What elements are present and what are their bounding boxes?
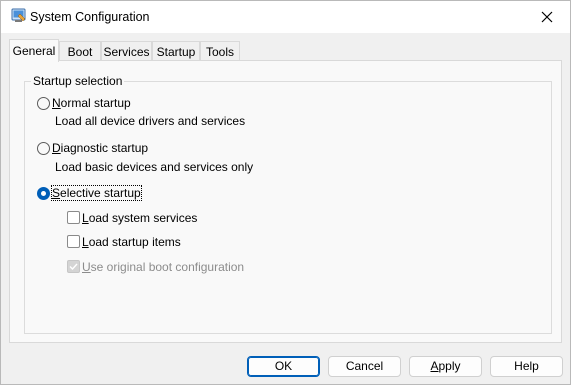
diagnostic-startup-radio[interactable] [37,142,50,155]
help-button[interactable]: Help [490,356,563,377]
use-original-boot-config-checkbox[interactable] [67,260,80,273]
close-button[interactable] [524,1,570,33]
tab-general[interactable]: General [9,39,59,62]
msconfig-icon [11,8,27,24]
diagnostic-startup-description: Load basic devices and services only [55,160,254,174]
diagnostic-startup-label[interactable]: Diagnostic startup [52,141,148,155]
window-title: System Configuration [30,10,150,24]
ok-button[interactable]: OK [247,356,320,377]
tab-tools[interactable]: Tools [200,41,240,61]
use-original-boot-config-label: Use original boot configuration [82,260,245,274]
normal-startup-description: Load all device drivers and services [55,114,246,128]
apply-button[interactable]: Apply [409,356,482,377]
cancel-button[interactable]: Cancel [328,356,401,377]
normal-startup-radio[interactable] [37,97,50,110]
close-icon [541,11,553,23]
tab-startup[interactable]: Startup [152,41,200,61]
startup-selection-group: Startup selection Normal startup Load al… [24,74,552,334]
normal-startup-label[interactable]: Normal startup [52,96,131,110]
general-tab-panel: Startup selection Normal startup Load al… [9,60,562,343]
tab-services[interactable]: Services [101,41,152,61]
checkmark-icon [69,263,78,271]
system-configuration-window: System Configuration General Boot Servic… [0,0,571,385]
load-system-services-label[interactable]: Load system services [82,211,197,225]
group-legend: Startup selection [31,74,125,88]
selective-startup-radio[interactable] [37,187,50,200]
title-bar: System Configuration [1,1,570,33]
load-startup-items-checkbox[interactable] [67,235,80,248]
load-system-services-checkbox[interactable] [67,211,80,224]
load-startup-items-label[interactable]: Load startup items [82,235,181,249]
selective-startup-label[interactable]: Selective startup [51,185,142,201]
tab-boot[interactable]: Boot [59,41,101,61]
